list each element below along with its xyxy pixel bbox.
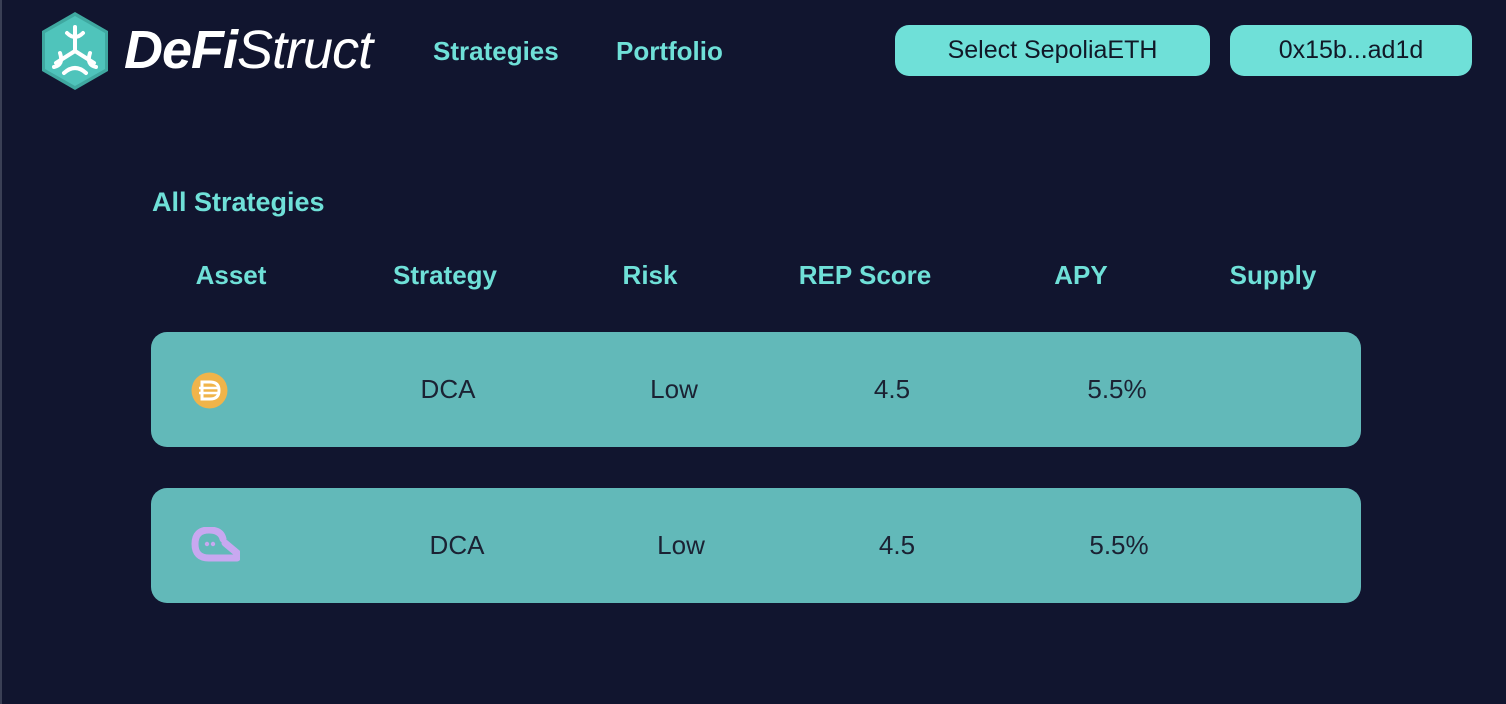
dai-coin-icon	[191, 372, 228, 409]
column-header-supply: Supply	[1229, 260, 1317, 290]
defistruct-logo-icon[interactable]	[40, 11, 110, 91]
strategy-row[interactable]: DCA Low 4.5 5.5%	[151, 488, 1361, 603]
strategy-row[interactable]: DCA Low 4.5 5.5%	[151, 332, 1361, 447]
wallet-address-button[interactable]: 0x15b...ad1d	[1230, 25, 1472, 76]
row-rep-score: 4.5	[878, 530, 916, 560]
section-title: All Strategies	[152, 187, 325, 217]
column-header-asset: Asset	[195, 260, 267, 290]
nav-portfolio-link[interactable]: Portfolio	[616, 36, 723, 67]
select-network-button[interactable]: Select SepoliaETH	[895, 25, 1210, 76]
column-header-rep-score: REP Score	[798, 260, 932, 290]
brand-name-light: Struct	[237, 20, 373, 80]
column-header-strategy: Strategy	[392, 260, 498, 290]
row-risk: Low	[657, 530, 705, 560]
nav-strategies-link[interactable]: Strategies	[433, 36, 559, 67]
row-apy: 5.5%	[1087, 374, 1147, 404]
row-strategy: DCA	[429, 530, 485, 560]
row-risk: Low	[650, 374, 698, 404]
brand-name: DeFiStruct	[124, 18, 373, 82]
row-apy: 5.5%	[1089, 530, 1149, 560]
row-rep-score: 4.5	[873, 374, 911, 404]
row-strategy: DCA	[420, 374, 476, 404]
column-header-risk: Risk	[622, 260, 678, 290]
window-edge	[0, 0, 2, 704]
brand-name-bold: DeFi	[124, 20, 238, 80]
column-header-apy: APY	[1054, 260, 1108, 290]
gho-token-icon	[191, 527, 240, 562]
